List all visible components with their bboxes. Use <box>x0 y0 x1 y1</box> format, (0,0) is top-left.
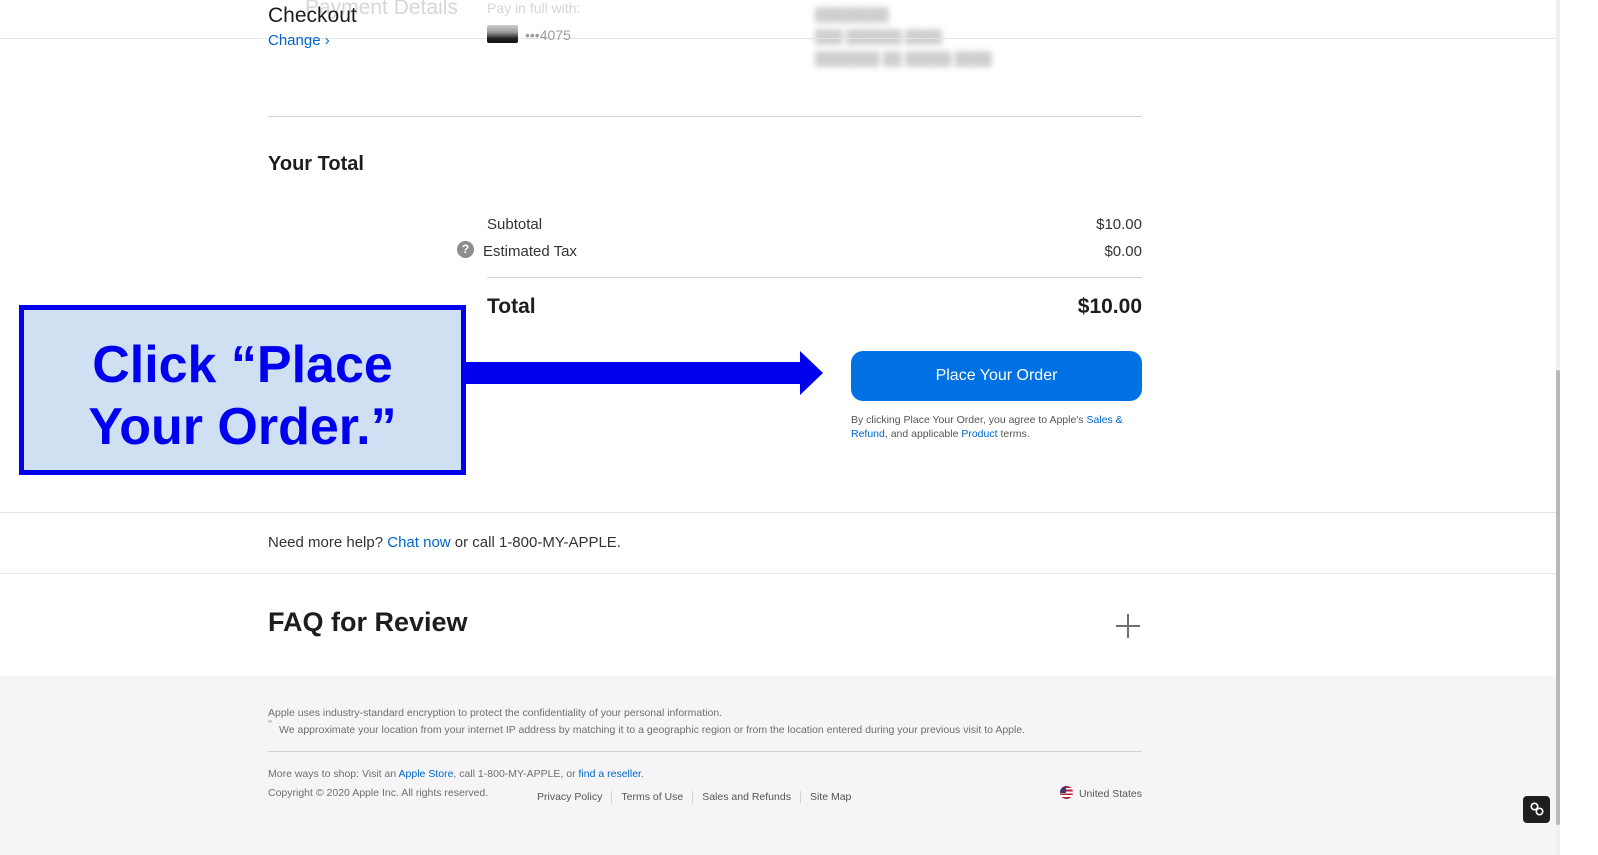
us-flag-icon <box>1059 786 1073 799</box>
billing-address-blurred: ████████ ███ ██████ ████ ███████ ██ ████… <box>815 7 992 66</box>
tax-help-icon[interactable]: ? <box>457 241 474 258</box>
callout-line-1: Click “Place <box>92 336 393 394</box>
country-name: United States <box>1078 788 1142 800</box>
help-prefix: Need more help? <box>268 534 388 551</box>
faq-title: FAQ for Review <box>268 607 468 637</box>
order-terms: By clicking Place Your Order, you agree … <box>851 413 1151 441</box>
card-number: •••4075 <box>525 27 571 43</box>
credit-card-icon <box>487 25 518 43</box>
help-suffix: or call 1-800-MY-APPLE. <box>450 534 621 551</box>
place-order-button[interactable]: Place Your Order <box>851 351 1142 401</box>
help-line: Need more help? Chat now or call 1-800-M… <box>268 534 621 551</box>
privacy-policy-link[interactable]: Privacy Policy <box>537 791 611 803</box>
footer-divider <box>268 751 1142 752</box>
help-divider-bottom <box>0 573 1556 574</box>
terms-text-post: terms. <box>997 428 1030 440</box>
instruction-callout: Click “Place Your Order.” <box>19 305 466 475</box>
total-divider <box>487 277 1142 278</box>
more-ways-mid: , call 1-800-MY-APPLE, or <box>453 768 579 780</box>
header-divider <box>0 38 1560 39</box>
apple-store-link[interactable]: Apple Store <box>399 768 454 780</box>
link-icon[interactable] <box>1523 796 1550 823</box>
sales-and-refunds-link[interactable]: Sales and Refunds <box>692 791 800 803</box>
callout-text: Click “Place Your Order.” <box>24 334 461 458</box>
subtotal-label: Subtotal <box>487 216 543 233</box>
chat-now-link[interactable]: Chat now <box>387 534 450 551</box>
plus-icon[interactable] <box>1114 612 1142 640</box>
terms-of-use-link[interactable]: Terms of Use <box>611 791 693 803</box>
page-title: Checkout <box>268 4 357 27</box>
subtotal-value: $10.00 <box>1096 216 1142 233</box>
scrollbar-thumb[interactable] <box>1556 370 1560 825</box>
callout-arrow-head-icon <box>800 351 823 395</box>
product-terms-link[interactable]: Product <box>961 428 997 440</box>
pay-in-full-label: Pay in full with: <box>487 0 581 16</box>
change-payment-link[interactable]: Change › <box>268 32 330 49</box>
find-reseller-link[interactable]: find a reseller <box>579 768 641 780</box>
terms-text-pre: By clicking Place Your Order, you agree … <box>851 414 1087 426</box>
help-divider-top <box>0 512 1556 513</box>
country-selector[interactable]: United States <box>1055 786 1142 800</box>
total-label: Total <box>487 295 536 318</box>
section-divider <box>268 116 1142 117</box>
callout-line-2: Your Order.” <box>88 398 397 456</box>
encryption-note: Apple uses industry-standard encryption … <box>268 707 723 719</box>
location-note: We approximate your location from your i… <box>279 724 1026 736</box>
copyright: Copyright © 2020 Apple Inc. All rights r… <box>268 787 489 799</box>
legal-links: Privacy Policy Terms of Use Sales and Refu… <box>537 787 861 805</box>
footer <box>0 676 1556 855</box>
more-ways-to-shop: More ways to shop: Visit an Apple Store,… <box>268 768 644 780</box>
tax-label: Estimated Tax <box>483 243 577 260</box>
terms-text-mid: , and applicable <box>884 428 962 440</box>
site-map-link[interactable]: Site Map <box>799 791 861 803</box>
tax-value: $0.00 <box>1104 243 1142 260</box>
total-value: $10.00 <box>1077 295 1142 318</box>
footnote-marker: ’’ <box>268 719 272 729</box>
more-ways-post: . <box>640 768 644 780</box>
more-ways-pre: More ways to shop: Visit an <box>268 768 399 780</box>
your-total-heading: Your Total <box>268 153 364 175</box>
callout-arrow-shaft <box>464 362 802 384</box>
